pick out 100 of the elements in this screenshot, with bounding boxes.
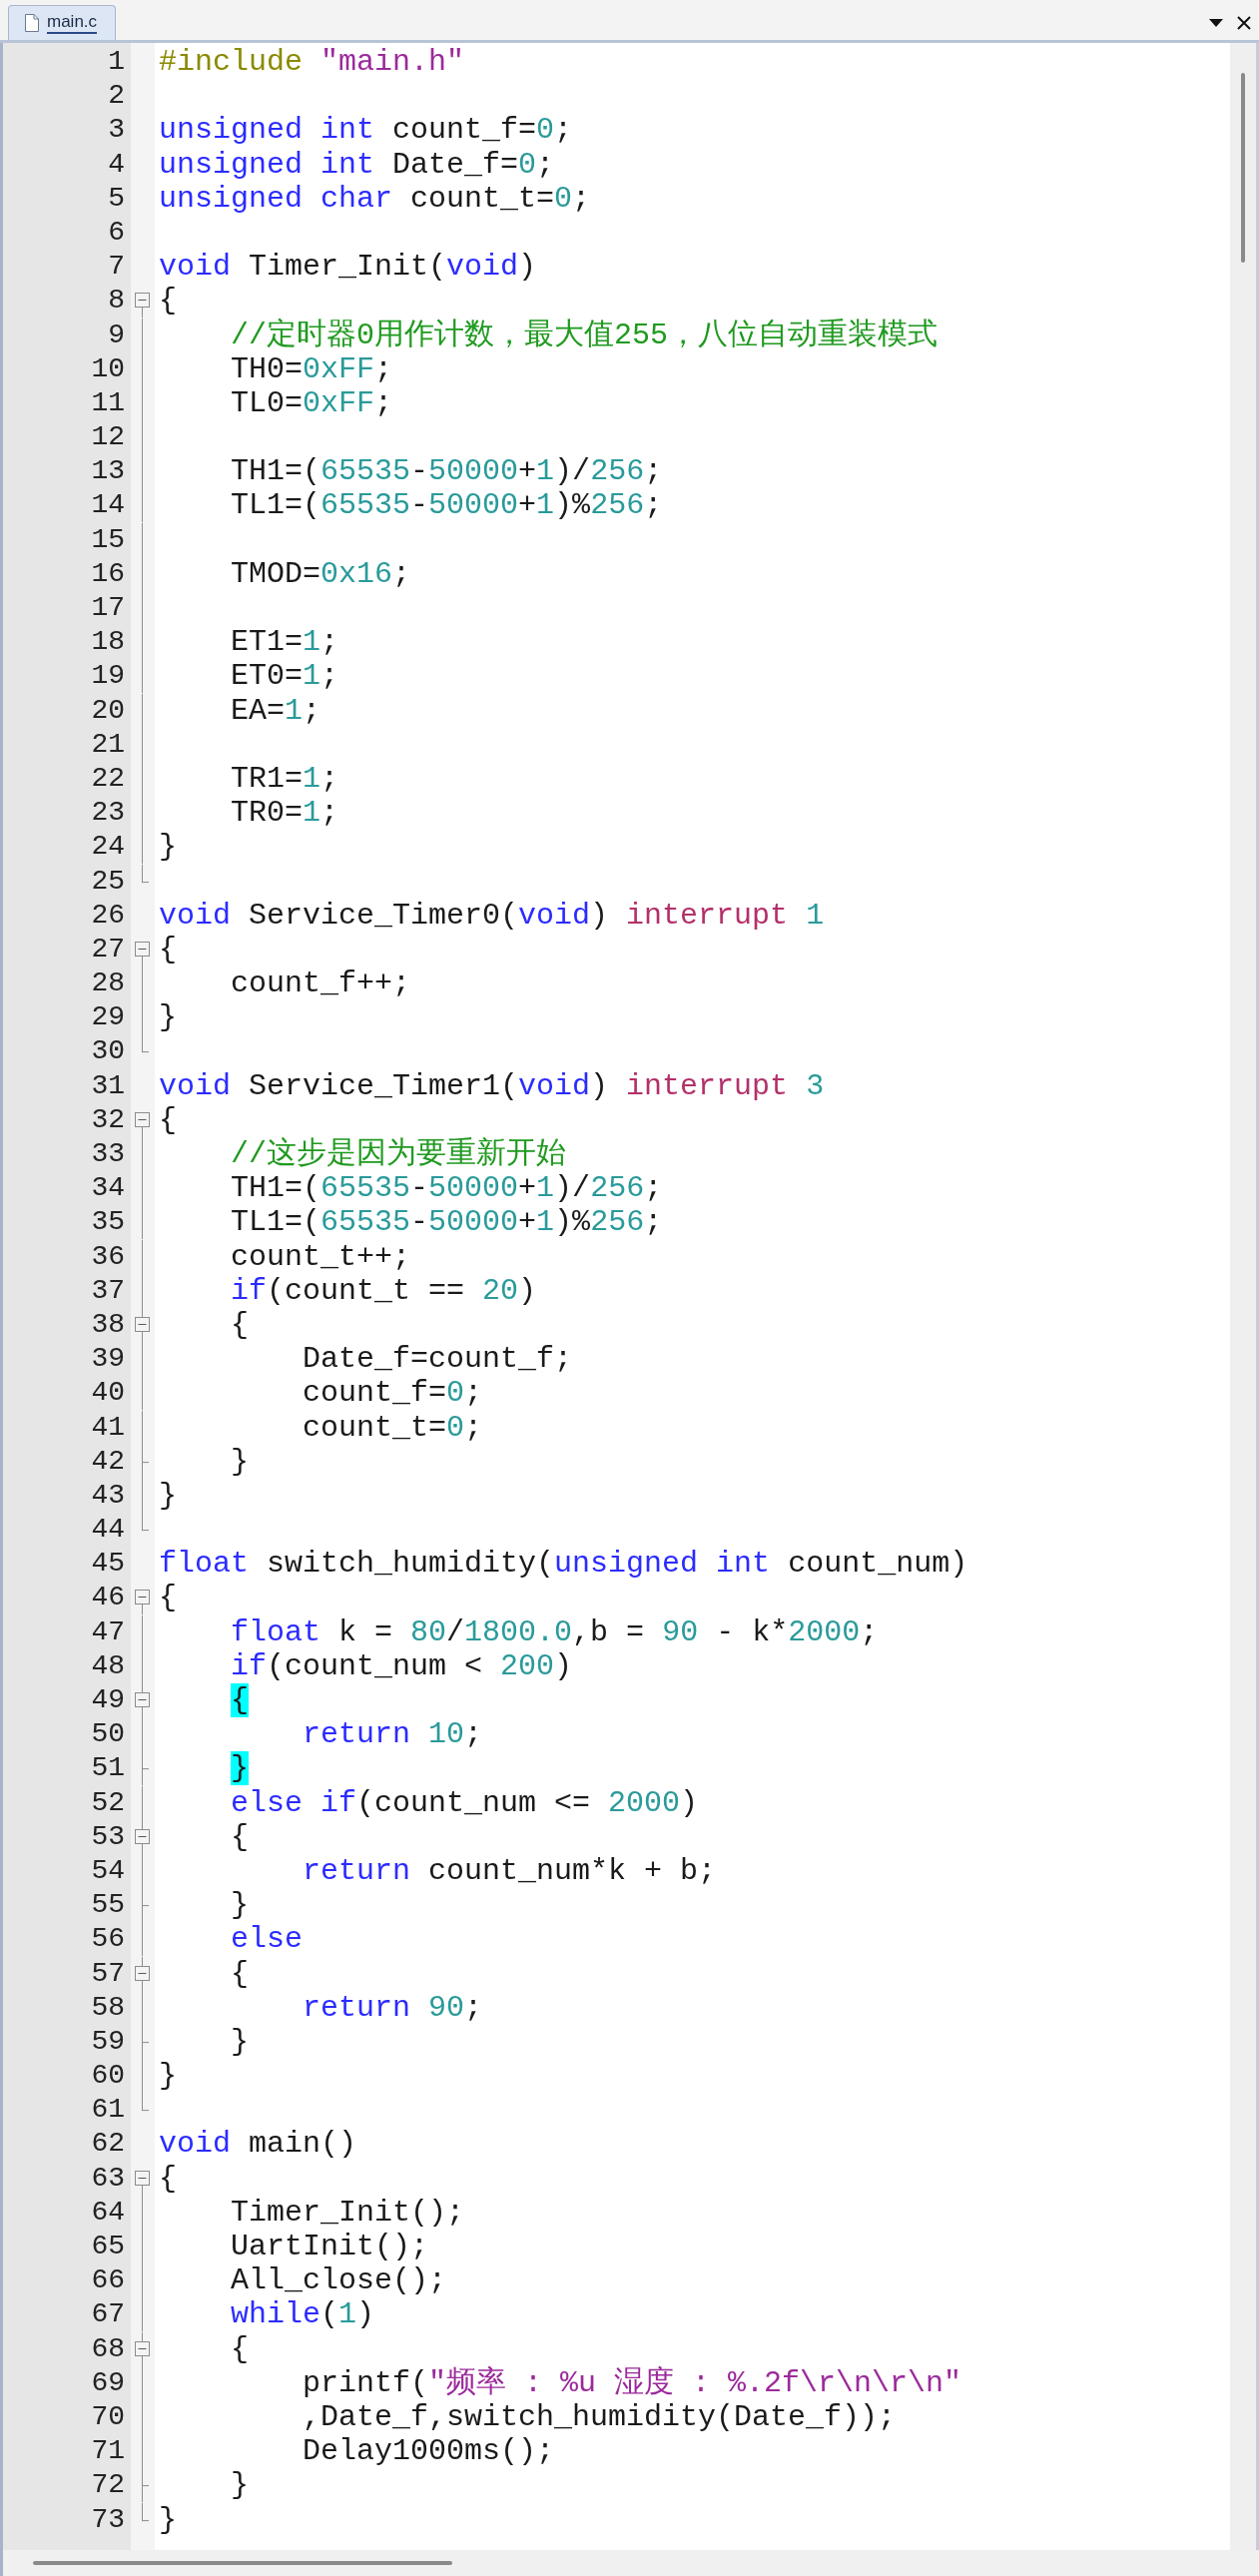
line-number: 29 (91, 1000, 125, 1035)
line-number: 45 (91, 1547, 125, 1582)
code-line: TR1=1; (230, 761, 339, 797)
close-icon[interactable] (1237, 16, 1251, 30)
line-number: 68 (91, 2331, 125, 2366)
line-number: 70 (91, 2399, 125, 2434)
code-line: ,Date_f,switch_humidity(Date_f)); (302, 2399, 897, 2435)
line-number: 53 (91, 1819, 125, 1854)
line-number: 52 (91, 1785, 125, 1820)
code-line: TH1=(65535-50000+1)/256; (230, 454, 663, 489)
fold-end-line (142, 864, 149, 883)
code-line: unsigned int count_f=0; (159, 113, 573, 148)
line-number: 20 (91, 693, 125, 728)
code-line: TL1=(65535-50000+1)%256; (230, 488, 663, 523)
line-number: 14 (91, 488, 125, 523)
line-number: 51 (91, 1751, 125, 1786)
fold-end-line (142, 2502, 149, 2521)
line-number: 64 (91, 2195, 125, 2230)
code-line: printf("频率 : %u 湿度 : %.2f\r\n\r\n" (302, 2365, 962, 2400)
vertical-scrollbar[interactable] (1230, 43, 1256, 2550)
code-line: } (159, 1000, 177, 1035)
file-tab[interactable]: main.c (8, 5, 117, 40)
code-line: { (159, 1581, 177, 1615)
line-number: 43 (91, 1478, 125, 1513)
line-number: 28 (91, 966, 125, 1001)
code-line: while(1) (230, 2297, 375, 2332)
scrollbar-thumb[interactable] (33, 2561, 452, 2565)
scrollbar-thumb[interactable] (1241, 73, 1245, 263)
line-number: 32 (91, 1102, 125, 1137)
line-number: 57 (91, 1956, 125, 1991)
line-number: 10 (91, 351, 125, 386)
line-number: 30 (91, 1034, 125, 1069)
code-line: float k = 80/1800.0,b = 90 - k*2000; (230, 1614, 879, 1649)
line-number: 67 (91, 2297, 125, 2332)
code-line: TH1=(65535-50000+1)/256; (230, 1171, 663, 1206)
line-number: 63 (91, 2161, 125, 2196)
line-number: 4 (108, 147, 125, 182)
code-line: UartInit(); (230, 2230, 429, 2264)
dropdown-icon[interactable] (1209, 19, 1223, 27)
line-number: 24 (91, 830, 125, 865)
code-line: } (159, 830, 177, 865)
line-number: 62 (91, 2127, 125, 2162)
code-line: if(count_t == 20) (230, 1273, 537, 1308)
line-number: 71 (91, 2434, 125, 2469)
line-number: 44 (91, 1513, 125, 1548)
fold-end-line (142, 1513, 149, 1532)
code-line: } (159, 2502, 177, 2537)
code-line: //这步是因为要重新开始 (230, 1137, 567, 1172)
line-number: 33 (91, 1137, 125, 1171)
code-line: { (230, 2331, 249, 2366)
code-line: void Service_Timer0(void) interrupt 1 (159, 898, 825, 933)
code-line: return 10; (302, 1717, 483, 1752)
code-line: else if(count_num <= 2000) (230, 1785, 699, 1820)
line-number: 65 (91, 2230, 125, 2263)
code-line: void main() (159, 2127, 357, 2162)
code-line: } (230, 1888, 249, 1923)
code-line: TL0=0xFF; (230, 385, 393, 421)
code-line: { (230, 1307, 249, 1343)
line-number: 9 (108, 318, 125, 352)
line-number: 15 (91, 522, 125, 557)
line-number: 59 (91, 2024, 125, 2059)
line-number: 41 (91, 1410, 125, 1445)
line-number: 34 (91, 1171, 125, 1206)
code-line: { (159, 2161, 177, 2196)
line-number: 60 (91, 2059, 125, 2094)
line-number: 17 (91, 591, 125, 625)
line-number: 2 (108, 79, 125, 114)
line-number: 61 (91, 2093, 125, 2128)
line-number: 39 (91, 1342, 125, 1377)
code-line: ET0=1; (230, 659, 339, 694)
line-number: 38 (91, 1307, 125, 1342)
code-line: return count_num*k + b; (302, 1853, 717, 1889)
code-line: All_close(); (230, 2263, 447, 2298)
code-line: } (230, 2468, 249, 2503)
code-line: count_f++; (230, 966, 411, 1001)
fold-end-line (142, 1034, 149, 1053)
code-line: Delay1000ms(); (302, 2434, 555, 2469)
code-line: { (230, 1819, 249, 1854)
line-number: 12 (91, 420, 125, 455)
fold-end-line (142, 2093, 149, 2112)
code-line: count_t++; (230, 1239, 411, 1274)
code-line: count_f=0; (302, 1376, 483, 1411)
code-line: } (230, 2024, 249, 2060)
code-line: void Timer_Init(void) (159, 250, 537, 285)
line-number: 48 (91, 1648, 125, 1683)
code-line: return 90; (302, 1990, 483, 2025)
line-number: 73 (91, 2502, 125, 2537)
line-number: 31 (91, 1068, 125, 1103)
code-line: TR0=1; (230, 796, 339, 831)
code-line: //定时器0用作计数，最大值255，八位自动重装模式 (230, 318, 939, 352)
line-number: 16 (91, 556, 125, 591)
line-number: 55 (91, 1888, 125, 1923)
code-line: ET1=1; (230, 625, 339, 660)
line-number: 47 (91, 1614, 125, 1649)
code-line: TH0=0xFF; (230, 351, 393, 386)
line-number: 49 (91, 1683, 125, 1717)
code-line: { (159, 284, 177, 319)
code-line: else (230, 1922, 304, 1957)
line-number: 27 (91, 932, 125, 966)
line-number: 7 (108, 250, 125, 285)
